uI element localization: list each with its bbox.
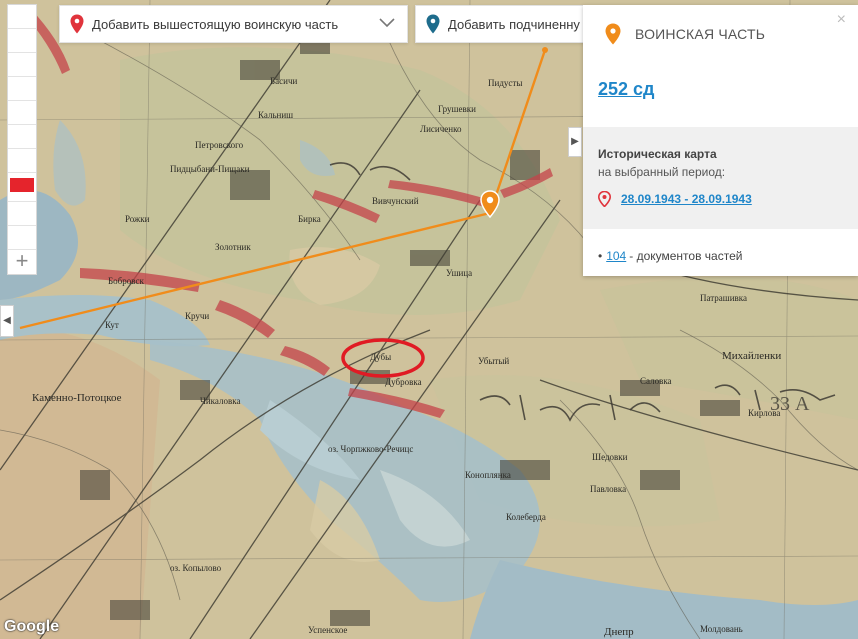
- location-icon: [598, 191, 611, 207]
- toolbar-slot-10[interactable]: [8, 226, 36, 250]
- place-label: Дубы: [370, 352, 392, 362]
- location-pin-icon[interactable]: [480, 190, 500, 218]
- collapse-panel-button[interactable]: ▶: [568, 127, 582, 157]
- unit-name-link[interactable]: 252 сд: [598, 79, 654, 99]
- place-label: Бобровск: [108, 276, 144, 286]
- place-label: Колеберда: [506, 512, 546, 522]
- unit-name-row: 252 сд: [583, 63, 858, 127]
- place-label: Чикаловка: [200, 396, 241, 406]
- historical-map-section: Историческая карта на выбранный период: …: [583, 127, 858, 229]
- map-toolbar: +: [7, 4, 37, 275]
- color-swatch-button[interactable]: [8, 178, 36, 202]
- add-superior-unit-label: Добавить вышестоящую воинскую часть: [92, 16, 339, 32]
- red-swatch: [10, 178, 34, 192]
- place-label: Вивчунский: [372, 196, 419, 206]
- place-label: Коноплянка: [465, 470, 511, 480]
- bullet: •: [598, 249, 603, 263]
- place-label: Кручи: [185, 311, 210, 321]
- place-label: Убытый: [478, 356, 510, 366]
- documents-count-link[interactable]: 104: [606, 249, 626, 263]
- place-label: Ушица: [446, 268, 473, 278]
- place-label: оз. Чорпжково-Речицс: [328, 444, 414, 454]
- google-logo: Google: [4, 618, 60, 635]
- documents-label: - документов частей: [629, 249, 743, 263]
- map-pin-icon: [426, 14, 440, 34]
- panel-header: ВОИНСКАЯ ЧАСТЬ: [583, 5, 858, 63]
- history-subtitle: на выбранный период:: [598, 165, 726, 179]
- place-label: Лисиченко: [420, 124, 462, 134]
- toolbar-slot-9[interactable]: [8, 202, 36, 226]
- toolbar-slot-4[interactable]: [8, 77, 36, 101]
- toolbar-slot-3[interactable]: [8, 53, 36, 77]
- place-label: Золотник: [215, 242, 251, 252]
- place-label: Саловка: [640, 376, 672, 386]
- place-label: Бирка: [298, 214, 321, 224]
- place-label: Кальниш: [258, 110, 294, 120]
- place-label: Шедовки: [592, 452, 628, 462]
- place-label: Рожки: [125, 214, 150, 224]
- place-label: Дубровка: [385, 377, 422, 387]
- toolbar-slot-7[interactable]: [8, 149, 36, 173]
- documents-row: • 104 - документов частей: [583, 229, 858, 283]
- place-label: Молдовань: [700, 624, 743, 634]
- unit-info-panel: ВОИНСКАЯ ЧАСТЬ × 252 сд Историческая кар…: [583, 5, 858, 276]
- period-row: 28.09.1943 - 28.09.1943: [598, 191, 843, 207]
- place-label: Пидцыбани-Пищаки: [170, 164, 250, 174]
- orange-pin-icon: [605, 23, 621, 45]
- place-label: Патрашивка: [700, 293, 748, 303]
- place-label: Павловка: [590, 484, 627, 494]
- toolbar-slot-1[interactable]: [8, 5, 36, 29]
- place-label: Кут: [105, 320, 119, 330]
- toolbar-slot-6[interactable]: [8, 125, 36, 149]
- place-label: Михайленки: [722, 350, 782, 362]
- place-label: Кирлова: [748, 408, 781, 418]
- place-label: оз. Копылово: [170, 563, 222, 573]
- place-label: Грушевки: [438, 104, 476, 114]
- period-link[interactable]: 28.09.1943 - 28.09.1943: [621, 192, 752, 206]
- add-superior-unit-dropdown[interactable]: Добавить вышестоящую воинскую часть: [59, 5, 408, 43]
- place-label: Басичи: [270, 76, 298, 86]
- place-label: Днепр: [604, 626, 634, 638]
- place-label: Каменно-Потоцкое: [32, 392, 122, 404]
- add-subordinate-unit-label: Добавить подчиненну: [448, 16, 580, 32]
- plus-icon[interactable]: +: [8, 250, 36, 274]
- place-label: Пидусты: [488, 78, 523, 88]
- place-label: Успенское: [308, 625, 348, 635]
- close-icon[interactable]: ×: [837, 11, 846, 29]
- toolbar-slot-5[interactable]: [8, 101, 36, 125]
- map-pin-icon: [70, 14, 84, 34]
- toolbar-slot-2[interactable]: [8, 29, 36, 53]
- panel-title: ВОИНСКАЯ ЧАСТЬ: [635, 26, 766, 42]
- history-title: Историческая карта: [598, 147, 717, 161]
- collapse-left-button[interactable]: ◀: [0, 305, 14, 337]
- chevron-down-icon: [379, 18, 395, 28]
- place-label: Петровского: [195, 140, 244, 150]
- add-subordinate-unit-dropdown[interactable]: Добавить подчиненну: [415, 5, 585, 43]
